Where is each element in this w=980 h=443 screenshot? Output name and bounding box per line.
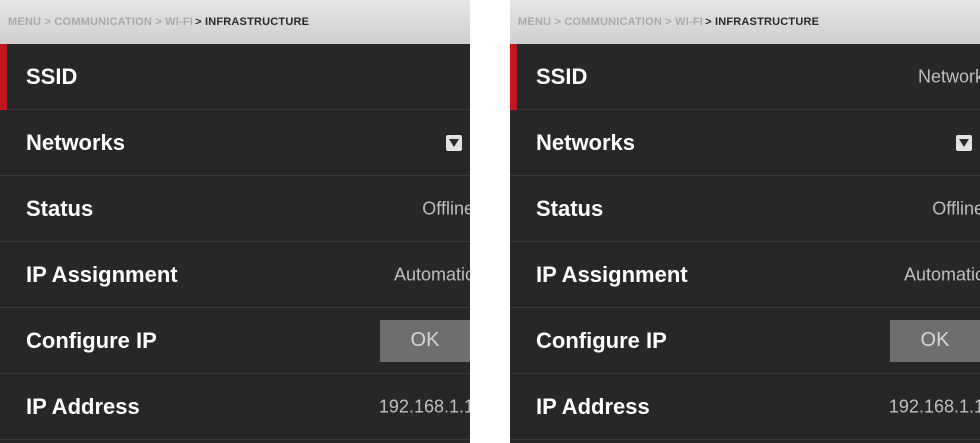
wifi-infrastructure-panel-right: MENU > COMMUNICATION > WI-FI > INFRASTRU… xyxy=(510,0,980,443)
status-row: Status Offline xyxy=(510,176,980,242)
status-label: Status xyxy=(536,195,604,221)
networks-label: Networks xyxy=(26,129,126,155)
breadcrumb-current: > INFRASTRUCTURE xyxy=(195,16,310,28)
ip-address-label: IP Address xyxy=(26,393,140,419)
ip-assignment-value[interactable]: Automatic xyxy=(904,264,980,285)
ssid-label: SSID xyxy=(536,63,588,89)
configure-ip-label: Configure IP xyxy=(26,327,157,353)
chevron-down-icon[interactable] xyxy=(446,134,462,151)
status-row: Status Offline xyxy=(0,176,470,242)
configure-ip-label: Configure IP xyxy=(536,327,667,353)
ip-assignment-label: IP Assignment xyxy=(536,261,688,287)
ip-address-row: IP Address 192.168.1.1 xyxy=(0,374,470,440)
chevron-down-icon[interactable] xyxy=(956,134,972,151)
wifi-infrastructure-panel-left: MENU > COMMUNICATION > WI-FI > INFRASTRU… xyxy=(0,0,470,443)
breadcrumb: MENU > COMMUNICATION > WI-FI > INFRASTRU… xyxy=(510,0,980,44)
configure-ip-row: Configure IP OK xyxy=(0,308,470,374)
selection-indicator xyxy=(510,44,517,110)
ip-assignment-row[interactable]: IP Assignment Automatic xyxy=(0,242,470,308)
selection-indicator xyxy=(0,44,7,110)
ssid-row[interactable]: SSID Network xyxy=(510,44,980,110)
ip-address-row: IP Address 192.168.1.1 xyxy=(510,374,980,440)
ip-assignment-row[interactable]: IP Assignment Automatic xyxy=(510,242,980,308)
status-value: Offline xyxy=(932,198,980,218)
status-value: Offline xyxy=(422,198,470,218)
configure-ip-ok-button[interactable]: OK xyxy=(890,319,980,362)
breadcrumb: MENU > COMMUNICATION > WI-FI > INFRASTRU… xyxy=(0,0,470,44)
ip-address-label: IP Address xyxy=(536,393,650,419)
breadcrumb-path[interactable]: MENU > COMMUNICATION > WI-FI xyxy=(518,16,703,28)
status-label: Status xyxy=(26,195,94,221)
ip-assignment-value[interactable]: Automatic xyxy=(394,264,470,285)
configure-ip-row: Configure IP OK xyxy=(510,308,980,374)
networks-label: Networks xyxy=(536,129,636,155)
configure-ip-ok-button[interactable]: OK xyxy=(380,319,470,362)
settings-list: SSID Networks Status Offline IP Assignme… xyxy=(0,44,470,443)
ssid-row[interactable]: SSID xyxy=(0,44,470,110)
ip-assignment-label: IP Assignment xyxy=(26,261,178,287)
ip-address-value: 192.168.1.1 xyxy=(378,396,470,416)
networks-row[interactable]: Networks xyxy=(0,110,470,176)
ssid-label: SSID xyxy=(26,63,78,89)
breadcrumb-current: > INFRASTRUCTURE xyxy=(705,16,820,28)
ip-address-value: 192.168.1.1 xyxy=(888,396,980,416)
breadcrumb-path[interactable]: MENU > COMMUNICATION > WI-FI xyxy=(8,16,193,28)
ssid-value: Network xyxy=(917,66,980,86)
networks-row[interactable]: Networks xyxy=(510,110,980,176)
settings-list: SSID Network Networks Status Offline IP … xyxy=(510,44,980,443)
